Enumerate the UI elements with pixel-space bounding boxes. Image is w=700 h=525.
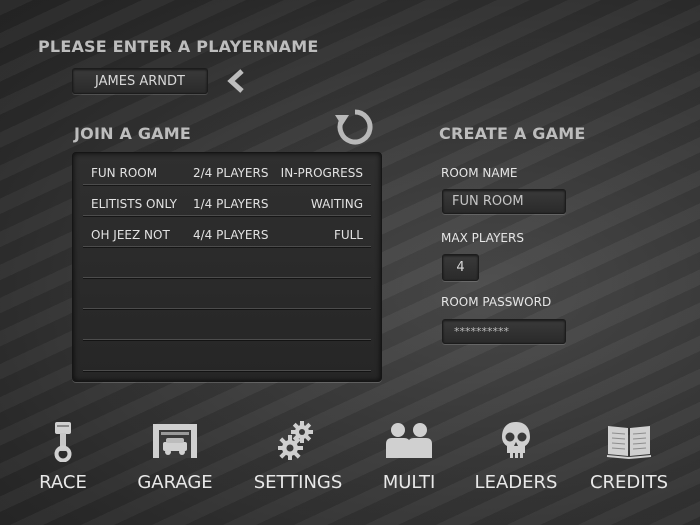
nav-race[interactable]: RACE: [8, 420, 118, 493]
playername-value: JAMES ARNDT: [95, 73, 185, 89]
room-password-label: ROOM PASSWORD: [441, 295, 552, 309]
room-players: 1/4 PLAYERS: [193, 197, 269, 211]
room-name: FUN ROOM: [91, 166, 158, 180]
room-name-label: ROOM NAME: [441, 166, 518, 180]
garage-icon: [153, 424, 197, 458]
skull-icon: [502, 422, 530, 458]
empty-row: [83, 246, 371, 278]
room-status: IN-PROGRESS: [280, 166, 363, 180]
players-icon: [386, 423, 432, 458]
join-game-heading: JOIN A GAME: [74, 124, 191, 143]
piston-icon: [54, 422, 72, 462]
create-game-heading: CREATE A GAME: [439, 124, 586, 143]
nav-garage[interactable]: GARAGE: [120, 420, 230, 493]
chevron-left-icon[interactable]: [224, 68, 248, 94]
gears-icon: [278, 421, 313, 460]
room-password-input[interactable]: **********: [442, 319, 566, 344]
nav-label: LEADERS: [474, 472, 558, 493]
nav-leaders[interactable]: LEADERS: [461, 420, 571, 493]
room-players: 4/4 PLAYERS: [193, 228, 269, 242]
max-players-value: 4: [456, 260, 465, 275]
playername-input[interactable]: JAMES ARNDT: [72, 68, 208, 94]
room-row[interactable]: OH JEEZ NOT 4/4 PLAYERS FULL: [83, 215, 371, 247]
room-players: 2/4 PLAYERS: [193, 166, 269, 180]
max-players-input[interactable]: 4: [442, 254, 479, 281]
max-players-label: MAX PLAYERS: [441, 231, 524, 245]
room-name-input[interactable]: FUN ROOM: [442, 189, 566, 214]
nav-settings[interactable]: SETTINGS: [243, 420, 353, 493]
nav-multi[interactable]: MULTI: [354, 420, 464, 493]
empty-row: [83, 277, 371, 309]
room-row[interactable]: ELITISTS ONLY 1/4 PLAYERS WAITING: [83, 184, 371, 216]
nav-label: MULTI: [382, 472, 436, 493]
empty-row: [83, 308, 371, 340]
book-icon: [606, 426, 652, 460]
room-password-value: **********: [454, 325, 509, 338]
refresh-icon[interactable]: [334, 106, 376, 148]
room-row[interactable]: FUN ROOM 2/4 PLAYERS IN-PROGRESS: [83, 153, 371, 185]
room-status: FULL: [333, 228, 363, 242]
room-status: WAITING: [310, 197, 363, 211]
room-list: FUN ROOM 2/4 PLAYERS IN-PROGRESS ELITIST…: [72, 152, 382, 382]
nav-credits[interactable]: CREDITS: [574, 420, 684, 493]
room-name: ELITISTS ONLY: [91, 197, 177, 211]
room-name: OH JEEZ NOT: [91, 228, 170, 242]
nav-label: SETTINGS: [253, 472, 343, 493]
nav-label: RACE: [39, 472, 87, 493]
playername-heading: PLEASE ENTER A PLAYERNAME: [38, 37, 319, 56]
nav-label: GARAGE: [137, 472, 213, 493]
nav-label: CREDITS: [589, 472, 669, 493]
empty-row: [83, 339, 371, 371]
room-name-value: FUN ROOM: [452, 194, 524, 209]
